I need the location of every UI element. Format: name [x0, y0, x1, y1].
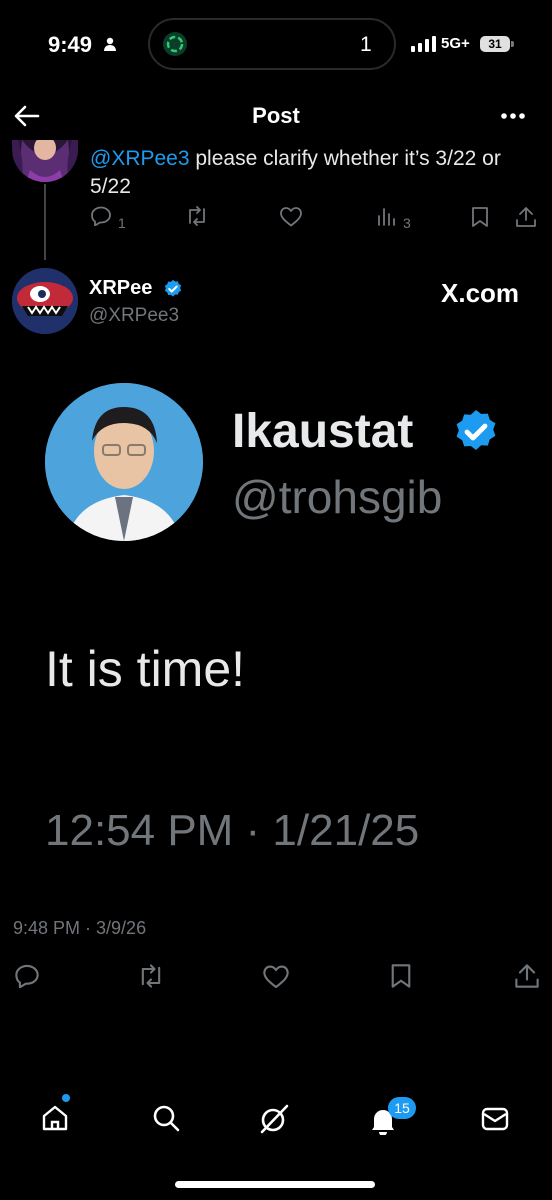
- embedded-handle: @trohsgib: [232, 471, 443, 523]
- embedded-time: 12:54 PM · 1/21/25: [45, 806, 420, 855]
- battery-tip: [511, 41, 514, 47]
- more-icon[interactable]: [500, 112, 526, 120]
- verified-icon: [163, 279, 183, 299]
- reply-share-button[interactable]: [515, 206, 537, 228]
- reply-reply-count: 1: [118, 215, 126, 231]
- thread-line: [44, 184, 46, 260]
- author-avatar[interactable]: [12, 268, 78, 334]
- signal-icon: [411, 36, 437, 52]
- app-activity-icon: [162, 31, 188, 57]
- battery-icon: 31: [480, 36, 510, 52]
- embedded-text: It is time!: [45, 641, 246, 697]
- grok-icon[interactable]: [258, 1103, 290, 1135]
- embedded-name: Ikaustat: [232, 405, 414, 458]
- home-indicator[interactable]: [175, 1181, 375, 1188]
- embedded-avatar: [45, 383, 203, 541]
- repost-icon[interactable]: [137, 964, 165, 988]
- reply-reply-button[interactable]: [90, 206, 112, 226]
- share-icon[interactable]: [514, 963, 540, 989]
- author-name[interactable]: XRPee: [89, 277, 152, 300]
- reply-bookmark-button[interactable]: [471, 206, 489, 228]
- network-label: 5G+: [441, 35, 470, 52]
- post-timestamp[interactable]: 9:48 PM · 3/9/26: [13, 918, 146, 939]
- reply-mention[interactable]: @XRPee3: [90, 147, 190, 170]
- page-title: Post: [252, 103, 300, 128]
- like-icon[interactable]: [262, 964, 290, 989]
- island-count: 1: [360, 33, 372, 56]
- mail-icon[interactable]: [480, 1105, 510, 1133]
- reply-like-button[interactable]: [279, 206, 303, 227]
- reply-repost-button[interactable]: [185, 206, 209, 226]
- notification-badge: 15: [388, 1097, 416, 1119]
- search-icon[interactable]: [151, 1103, 181, 1133]
- home-icon[interactable]: [40, 1103, 70, 1133]
- verified-icon: [452, 408, 500, 456]
- reply-view-count: 3: [403, 215, 411, 231]
- author-handle[interactable]: @XRPee3: [89, 305, 179, 327]
- home-unread-dot: [62, 1094, 70, 1102]
- source-label: X.com: [441, 278, 520, 308]
- reply-text: @XRPee3 please clarify whether it’s 3/22…: [90, 145, 530, 201]
- bookmark-icon[interactable]: [390, 963, 412, 989]
- status-time: 9:49: [48, 32, 93, 57]
- person-icon: [103, 37, 117, 51]
- reply-views-icon[interactable]: [377, 206, 397, 226]
- reply-icon[interactable]: [14, 964, 40, 988]
- reply-avatar[interactable]: [12, 140, 78, 182]
